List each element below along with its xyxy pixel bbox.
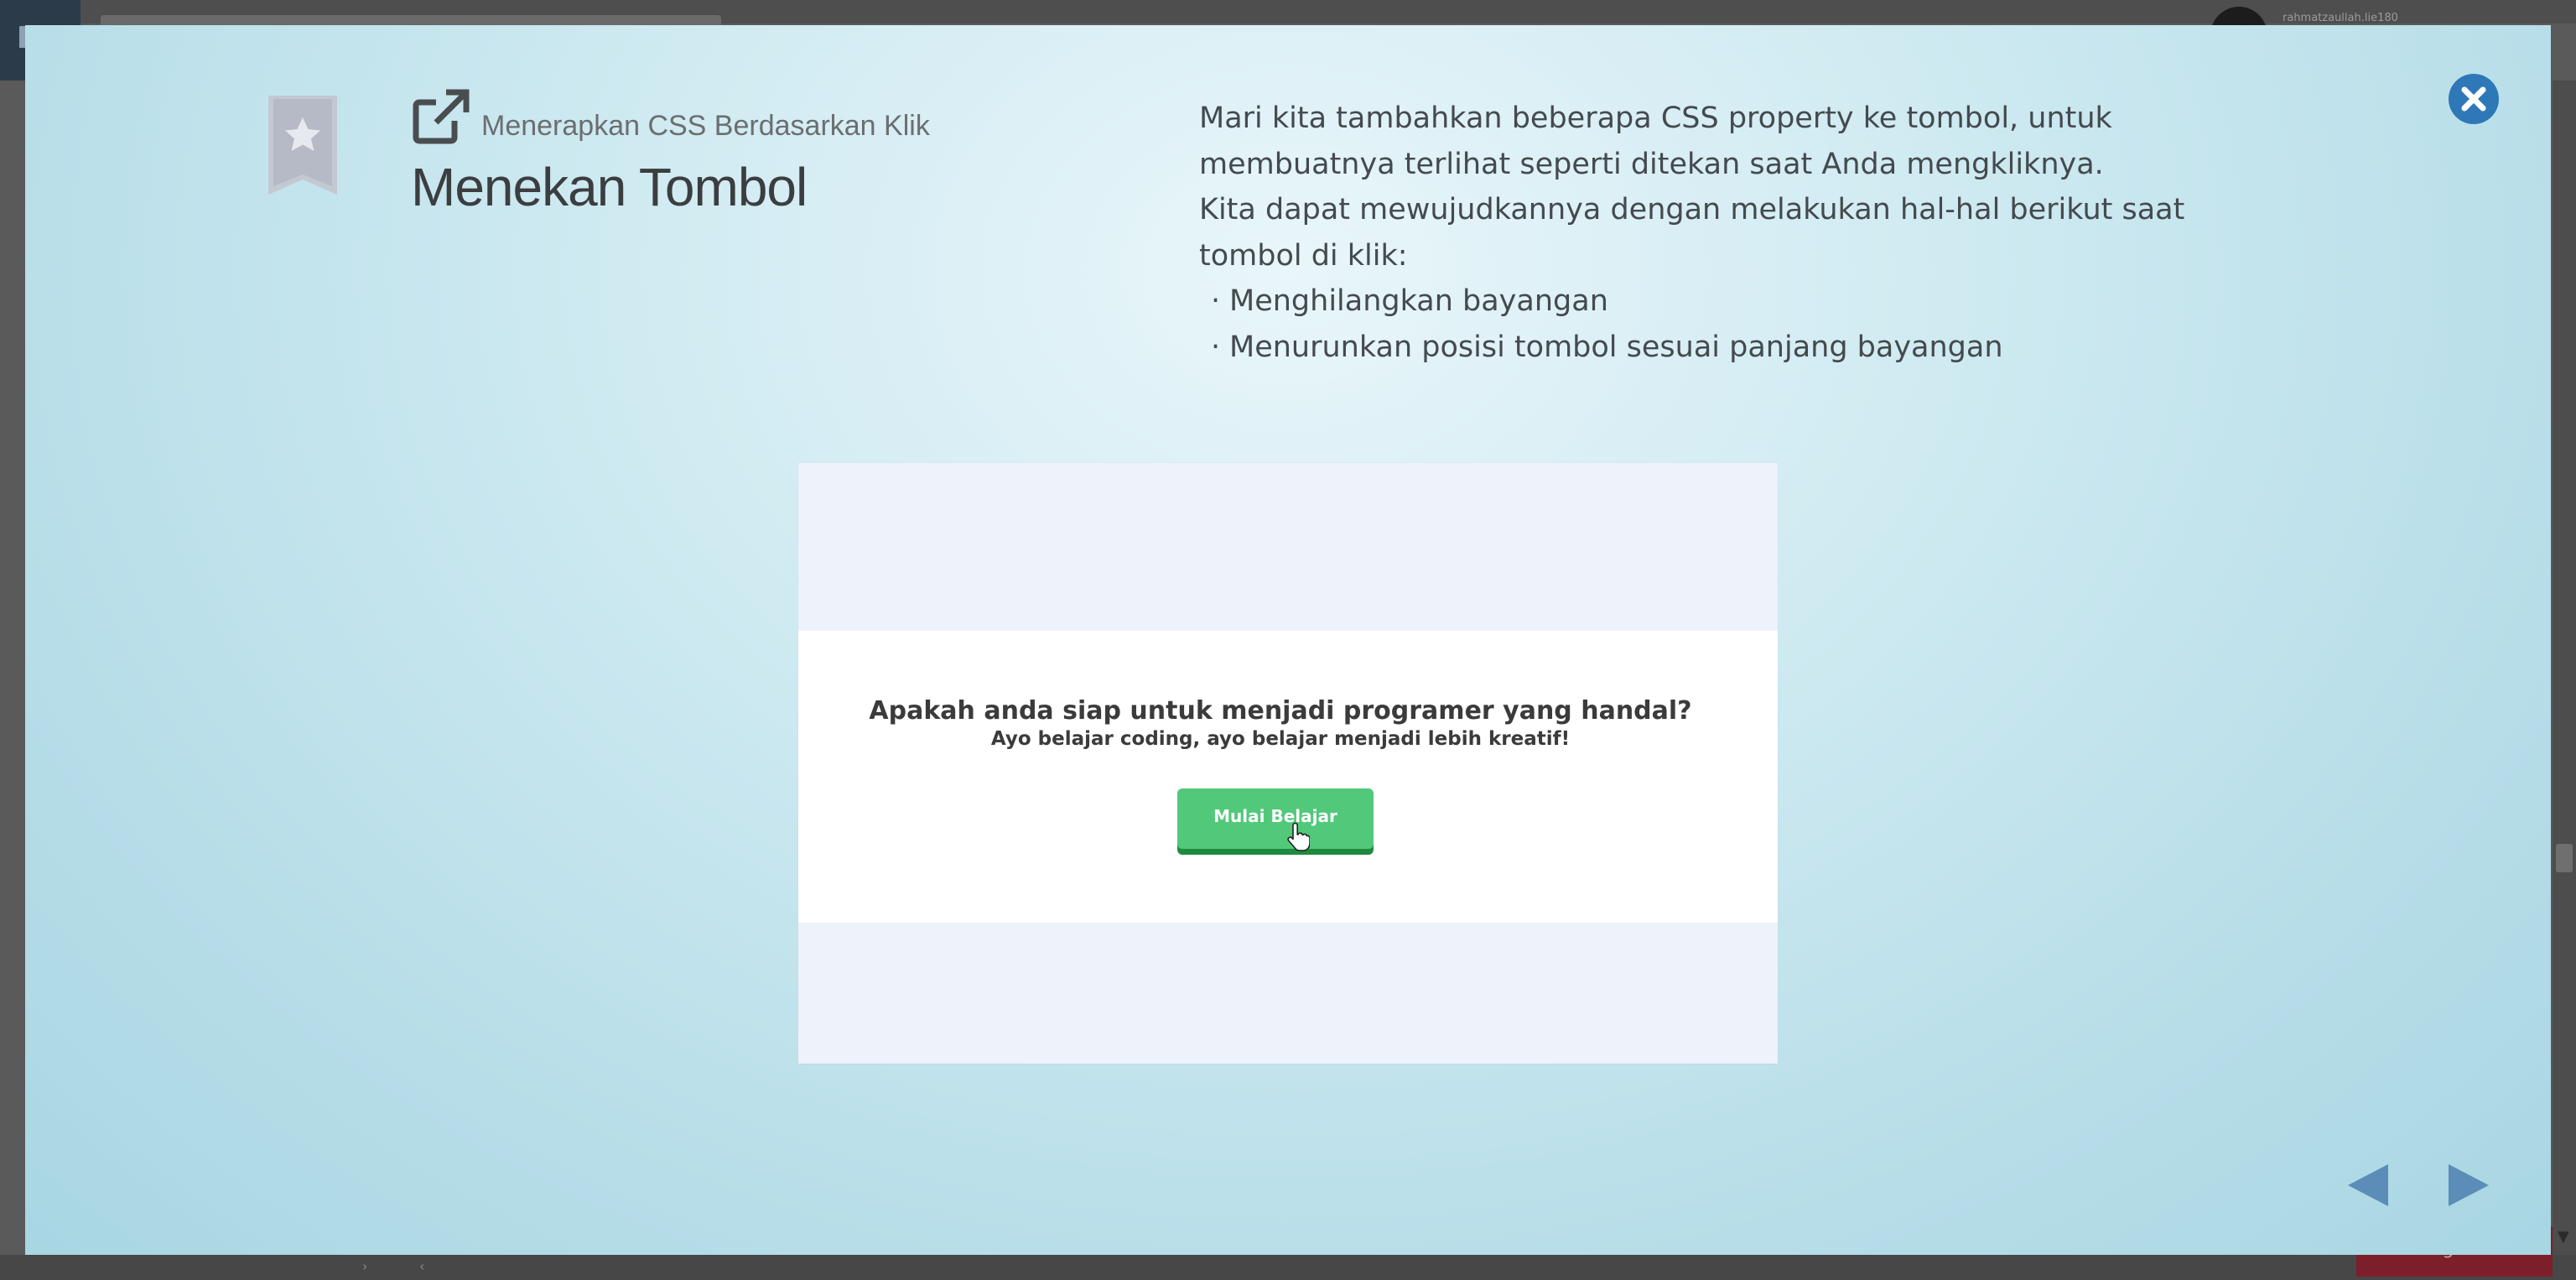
scrollbar-thumb[interactable] bbox=[2556, 844, 2573, 872]
next-arrow-icon bbox=[2449, 1164, 2489, 1206]
page-title: Menekan Tombol bbox=[411, 157, 808, 217]
description-paragraph: Kita dapat mewujudkannya dengan melakuka… bbox=[1199, 193, 2185, 273]
description-bullet: · Menghilangkan bayangan bbox=[1199, 278, 2256, 325]
lesson-modal: Menerapkan CSS Berdasarkan Klik Menekan … bbox=[25, 25, 2551, 1255]
bullet-dot: · bbox=[1211, 330, 1221, 364]
scroll-down-icon[interactable]: ▼ bbox=[2558, 1228, 2569, 1246]
bullet-dot: · bbox=[1211, 284, 1221, 318]
username-label: rahmatzaullah.lie180 bbox=[2283, 12, 2398, 24]
example-preview: Apakah anda siap untuk menjadi programer… bbox=[798, 463, 1778, 1064]
start-learning-button[interactable]: Mulai Belajar bbox=[1177, 788, 1374, 849]
description-paragraph: Mari kita tambahkan beberapa CSS propert… bbox=[1199, 101, 2112, 181]
bullet-text: Menurunkan posisi tombol sesuai panjang … bbox=[1229, 330, 2003, 364]
preview-heading: Apakah anda siap untuk menjadi programer… bbox=[869, 696, 1692, 726]
hand-cursor-icon bbox=[1285, 822, 1310, 852]
bookmark-button[interactable] bbox=[267, 96, 339, 196]
lesson-description: Mari kita tambahkan beberapa CSS propert… bbox=[1199, 96, 2256, 370]
bookmark-star-icon bbox=[268, 96, 337, 195]
chevron-left-icon: ‹ bbox=[419, 1258, 425, 1274]
chevron-right-icon: › bbox=[362, 1258, 368, 1274]
close-button[interactable] bbox=[2449, 74, 2499, 124]
preview-card: Apakah anda siap untuk menjadi programer… bbox=[798, 631, 1778, 923]
prev-arrow-icon bbox=[2348, 1164, 2388, 1206]
description-bullet: · Menurunkan posisi tombol sesuai panjang… bbox=[1199, 325, 2256, 371]
lesson-label: Menerapkan CSS Berdasarkan Klik bbox=[481, 110, 930, 142]
prev-button[interactable] bbox=[2345, 1161, 2392, 1210]
background-bottombar: › ‹ bbox=[0, 1255, 2576, 1280]
close-icon bbox=[2461, 86, 2486, 112]
external-link-icon[interactable] bbox=[411, 89, 470, 144]
bullet-text: Menghilangkan bayangan bbox=[1229, 284, 1608, 318]
next-button[interactable] bbox=[2445, 1161, 2492, 1210]
page-scrollbar[interactable] bbox=[2553, 81, 2576, 1255]
lesson-header: Menerapkan CSS Berdasarkan Klik Menekan … bbox=[411, 89, 1166, 218]
preview-subheading: Ayo belajar coding, ayo belajar menjadi … bbox=[990, 728, 1571, 750]
lesson-line: Menerapkan CSS Berdasarkan Klik bbox=[411, 89, 1166, 144]
